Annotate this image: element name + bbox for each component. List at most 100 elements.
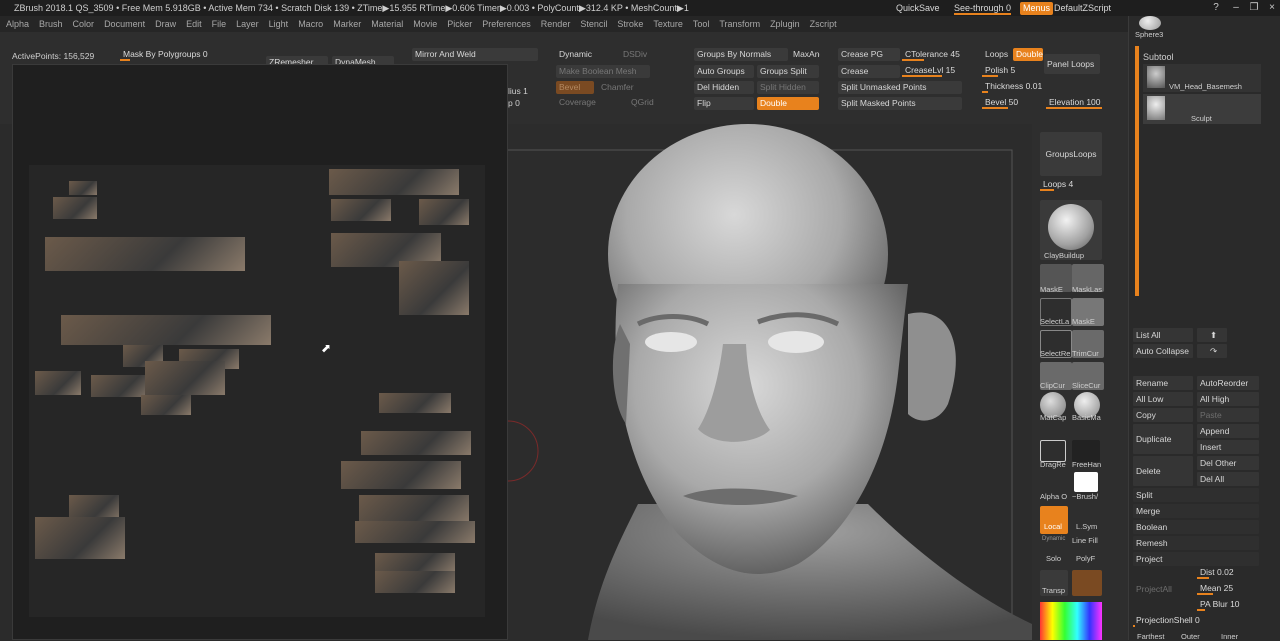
reference-image[interactable] xyxy=(141,395,191,415)
double-loops-toggle[interactable]: Double xyxy=(1013,48,1043,61)
del-other-button[interactable]: Del Other xyxy=(1197,456,1259,470)
reference-image[interactable] xyxy=(355,521,475,543)
reference-image[interactable] xyxy=(35,371,81,395)
auto-collapse-button[interactable]: Auto Collapse xyxy=(1133,344,1193,358)
mirror-and-weld-button[interactable]: Mirror And Weld xyxy=(412,48,538,61)
split-unmasked-points-button[interactable]: Split Unmasked Points xyxy=(838,81,962,94)
subtool-item[interactable]: VM_Head_Basemesh xyxy=(1143,64,1261,92)
reference-image[interactable] xyxy=(375,553,455,573)
double-toggle[interactable]: Double xyxy=(757,97,819,110)
reference-image[interactable] xyxy=(341,461,461,489)
all-high-button[interactable]: All High xyxy=(1197,392,1259,406)
flip-button[interactable]: Flip xyxy=(694,97,754,110)
menu-transform[interactable]: Transform xyxy=(719,16,760,32)
list-all-button[interactable]: List All xyxy=(1133,328,1193,342)
drag-rect-icon[interactable] xyxy=(1040,440,1066,462)
thickness-slider[interactable]: Thickness 0.01 xyxy=(982,80,1042,93)
auto-groups-button[interactable]: Auto Groups xyxy=(694,65,754,78)
loops-toggle[interactable]: Loops xyxy=(982,48,1012,61)
dsdiv-slider[interactable]: DSDiv xyxy=(620,48,650,61)
color-picker[interactable] xyxy=(1040,602,1102,640)
ghost-icon[interactable] xyxy=(1072,570,1102,596)
reference-image[interactable] xyxy=(35,517,125,559)
crease-button[interactable]: Crease xyxy=(838,65,900,78)
del-hidden-button[interactable]: Del Hidden xyxy=(694,81,754,94)
clay-buildup-brush[interactable]: ClayBuildup xyxy=(1040,200,1102,260)
boolean-section[interactable]: Boolean xyxy=(1133,520,1259,534)
minimize-icon[interactable]: – xyxy=(1230,2,1242,14)
menu-zscript[interactable]: Zscript xyxy=(810,16,837,32)
coverage-slider[interactable]: Coverage xyxy=(556,96,616,109)
menu-edit[interactable]: Edit xyxy=(186,16,202,32)
reference-board[interactable] xyxy=(29,165,485,617)
default-zscript-button[interactable]: DefaultZScript xyxy=(1054,2,1111,15)
sphere-thumbnail[interactable] xyxy=(1139,16,1161,30)
menu-render[interactable]: Render xyxy=(541,16,571,32)
canvas-viewport[interactable] xyxy=(508,124,1032,640)
menu-color[interactable]: Color xyxy=(73,16,95,32)
pa-blur-slider[interactable]: PA Blur 10 xyxy=(1197,598,1259,611)
reference-image[interactable] xyxy=(331,199,391,221)
dynamic-button[interactable]: Dynamic xyxy=(556,48,618,61)
reference-image[interactable] xyxy=(53,197,97,219)
reference-image[interactable] xyxy=(329,169,459,195)
menu-stencil[interactable]: Stencil xyxy=(580,16,607,32)
reference-image[interactable] xyxy=(61,315,271,345)
elevation-slider[interactable]: Elevation 100 xyxy=(1046,96,1102,109)
menu-texture[interactable]: Texture xyxy=(653,16,683,32)
reference-image[interactable] xyxy=(379,393,451,413)
all-low-button[interactable]: All Low xyxy=(1133,392,1193,406)
project-all-button[interactable]: ProjectAll xyxy=(1133,582,1193,596)
menu-stroke[interactable]: Stroke xyxy=(617,16,643,32)
delete-button[interactable]: Delete xyxy=(1133,456,1193,486)
reference-image[interactable] xyxy=(399,261,469,315)
projection-shell-slider[interactable]: ProjectionShell 0 xyxy=(1133,614,1259,627)
mask-by-polygroups-slider[interactable]: Mask By Polygroups 0 xyxy=(120,48,240,61)
creaselvl-slider[interactable]: CreaseLvl 15 xyxy=(902,64,962,77)
menu-file[interactable]: File xyxy=(212,16,227,32)
project-section[interactable]: Project xyxy=(1133,552,1259,566)
menu-marker[interactable]: Marker xyxy=(333,16,361,32)
reference-image[interactable] xyxy=(361,431,471,455)
rename-button[interactable]: Rename xyxy=(1133,376,1193,390)
arrow-move-icon[interactable]: ↷ xyxy=(1197,344,1227,358)
tray-scrollbar[interactable] xyxy=(1135,46,1139,296)
merge-section[interactable]: Merge xyxy=(1133,504,1259,518)
split-masked-points-button[interactable]: Split Masked Points xyxy=(838,97,962,110)
reference-image[interactable] xyxy=(419,199,469,225)
menu-zplugin[interactable]: Zplugin xyxy=(770,16,800,32)
reference-image[interactable] xyxy=(145,361,225,395)
paste-button[interactable]: Paste xyxy=(1197,408,1259,422)
chamfer-toggle[interactable]: Chamfer xyxy=(598,81,650,94)
qgrid-slider[interactable]: QGrid xyxy=(628,96,654,109)
crease-pg-button[interactable]: Crease PG xyxy=(838,48,900,61)
freehand-stroke-icon[interactable] xyxy=(1072,440,1100,462)
loop-slider[interactable]: p 0 xyxy=(508,98,520,108)
del-all-button[interactable]: Del All xyxy=(1197,472,1259,486)
brush-alpha-icon[interactable] xyxy=(1074,472,1098,492)
make-boolean-mesh-button[interactable]: Make Boolean Mesh xyxy=(556,65,650,78)
radius-slider[interactable]: lius 1 xyxy=(508,86,528,96)
reference-image[interactable] xyxy=(91,375,151,397)
loops4-slider[interactable]: Loops 4 xyxy=(1040,178,1102,191)
menu-layer[interactable]: Layer xyxy=(236,16,259,32)
dist-slider[interactable]: Dist 0.02 xyxy=(1197,566,1259,579)
see-through-slider[interactable]: See-through 0 xyxy=(954,2,1012,15)
menu-macro[interactable]: Macro xyxy=(298,16,323,32)
remesh-section[interactable]: Remesh xyxy=(1133,536,1259,550)
groups-by-normals-button[interactable]: Groups By Normals xyxy=(694,48,788,61)
menu-brush[interactable]: Brush xyxy=(39,16,63,32)
reference-image[interactable] xyxy=(375,571,455,593)
quicksave-button[interactable]: QuickSave xyxy=(896,2,940,15)
ctolerance-slider[interactable]: CTolerance 45 xyxy=(902,48,962,61)
menu-tool[interactable]: Tool xyxy=(693,16,710,32)
arrow-up-icon[interactable]: ⬆ xyxy=(1197,328,1227,342)
autoreorder-button[interactable]: AutoReorder xyxy=(1197,376,1259,390)
groups-loops-button[interactable]: GroupsLoops xyxy=(1040,132,1102,176)
insert-button[interactable]: Insert xyxy=(1197,440,1259,454)
close-icon[interactable]: × xyxy=(1266,2,1278,14)
menu-draw[interactable]: Draw xyxy=(155,16,176,32)
menu-light[interactable]: Light xyxy=(269,16,289,32)
polish-slider[interactable]: Polish 5 xyxy=(982,64,1040,77)
menu-alpha[interactable]: Alpha xyxy=(6,16,29,32)
